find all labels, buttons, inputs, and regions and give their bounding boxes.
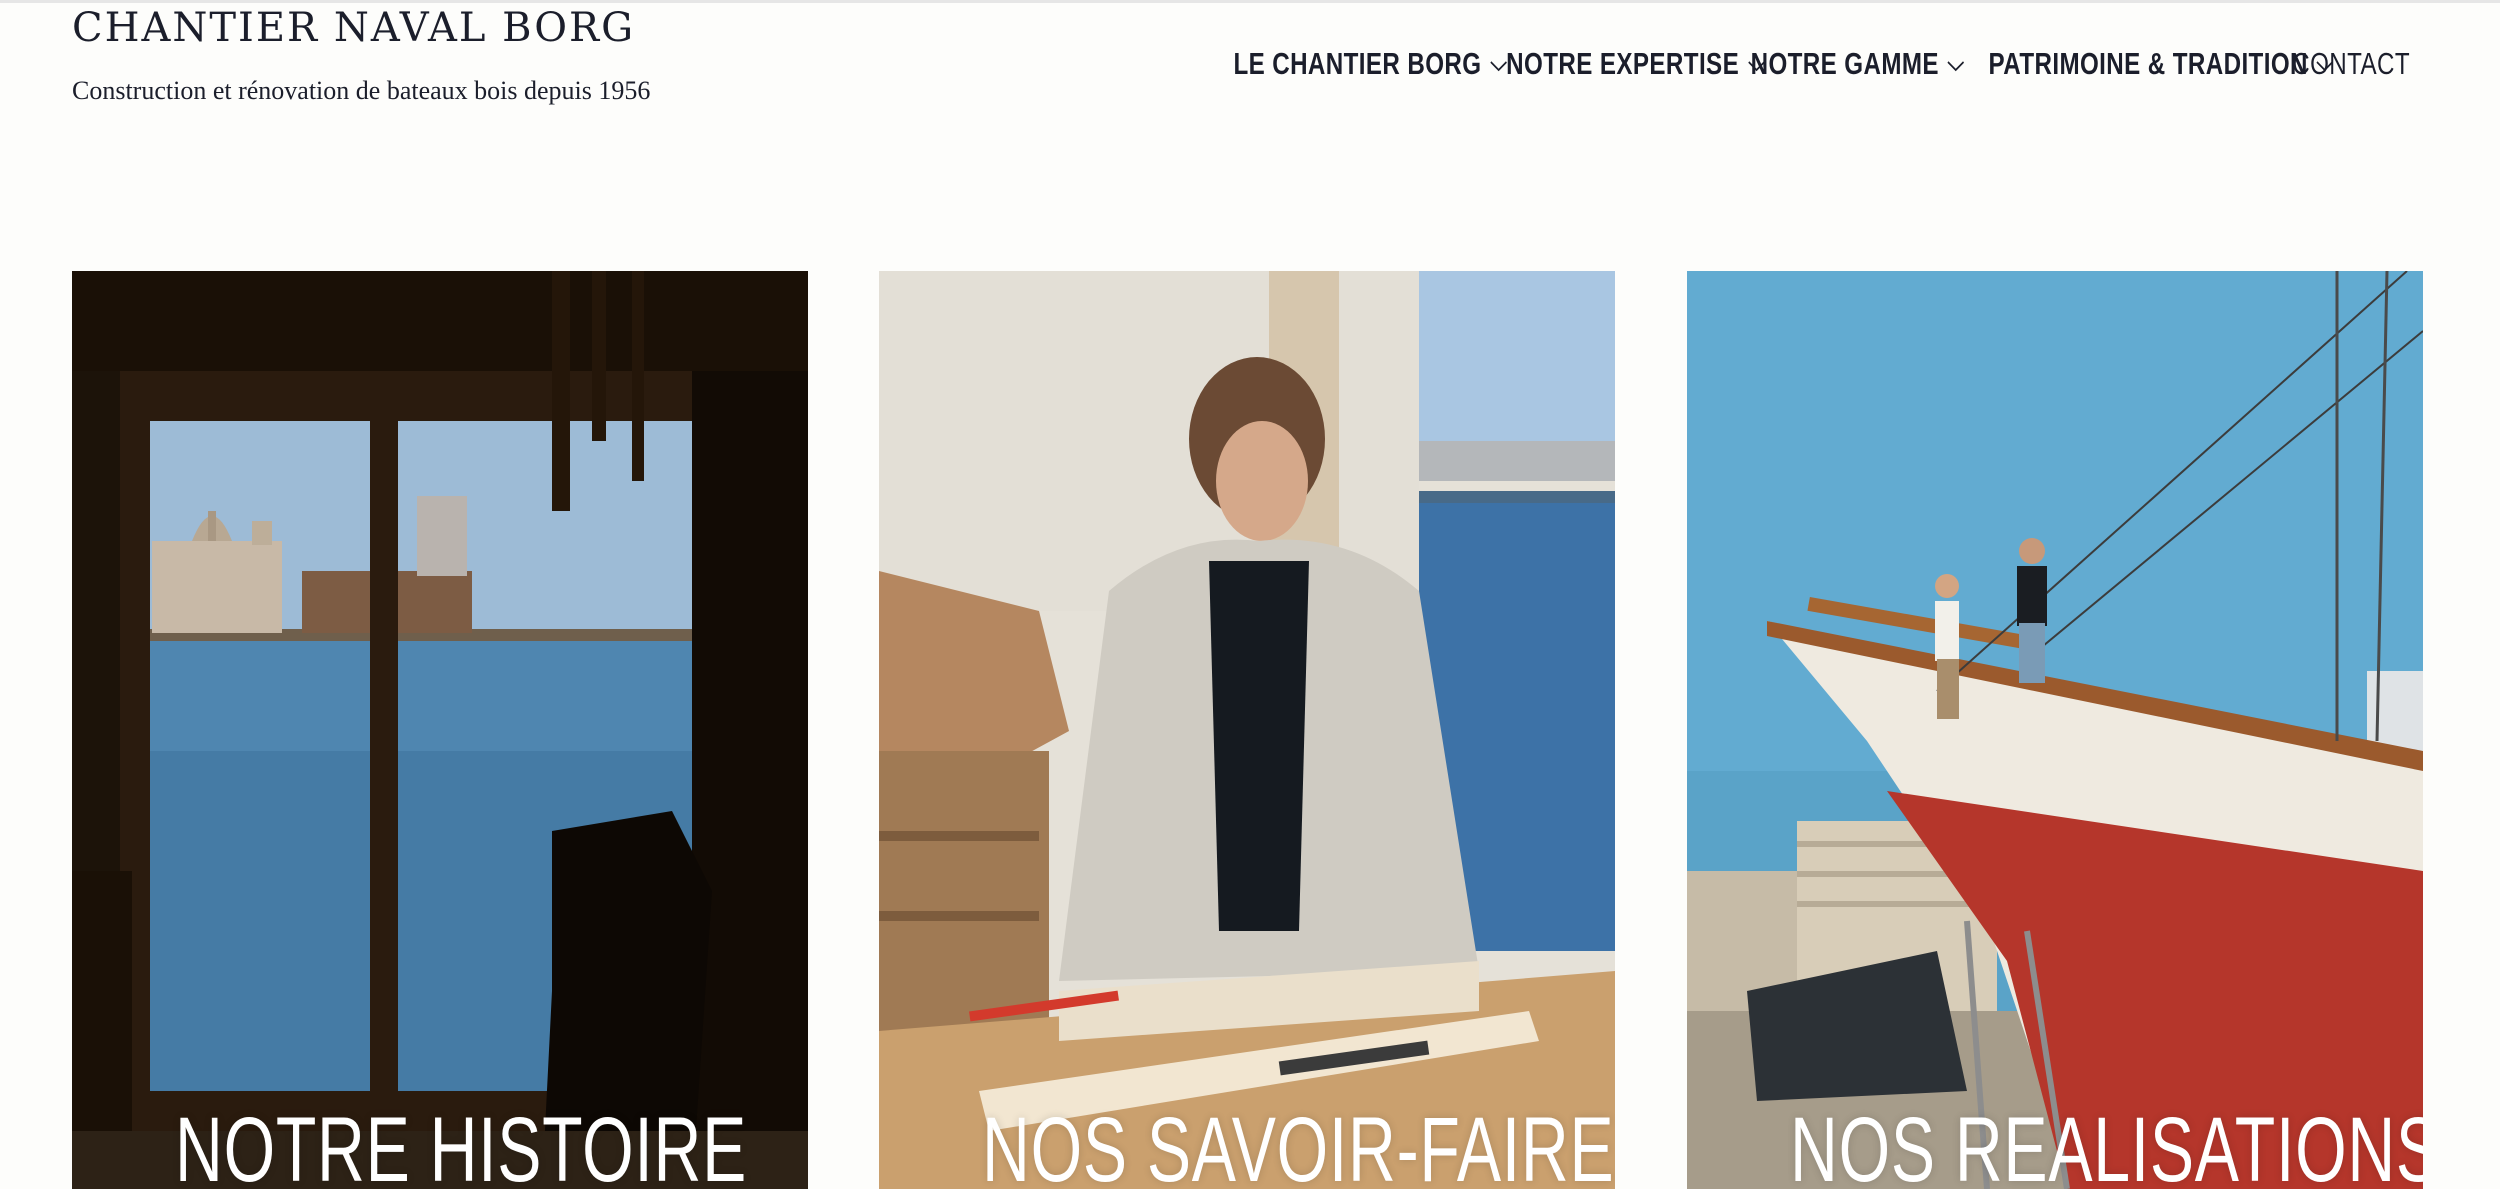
nav-item-patrimoine-tradition[interactable]: PATRIMOINE & TRADITION bbox=[1988, 46, 2334, 82]
nav-item-notre-gamme[interactable]: NOTRE GAMME bbox=[1751, 46, 1966, 82]
nav-item-label: NOTRE GAMME bbox=[1750, 46, 1940, 81]
card-notre-histoire[interactable]: NOTRE HISTOIRE bbox=[72, 271, 808, 1189]
card-title: NOS SAVOIR-FAIRE bbox=[982, 1099, 1615, 1189]
nav-item-contact[interactable]: CONTACT bbox=[2292, 46, 2410, 82]
card-nos-savoir-faire[interactable]: NOS SAVOIR-FAIRE bbox=[879, 271, 1615, 1189]
chevron-down-icon bbox=[1947, 59, 1966, 73]
nav-item-label: PATRIMOINE & TRADITION bbox=[1988, 46, 2308, 81]
main-nav: LE CHANTIER BORG NOTRE EXPERTISE NOTRE G… bbox=[1156, 46, 2410, 82]
workshop-window-harbor-photo bbox=[72, 271, 808, 1189]
brand-link[interactable]: CHANTIER NAVAL BORG Construction et réno… bbox=[72, 0, 650, 106]
nav-item-label: CONTACT bbox=[2292, 46, 2410, 81]
craftsman-planing-wood-photo bbox=[879, 271, 1615, 1189]
nav-item-label: NOTRE EXPERTISE bbox=[1505, 46, 1739, 81]
sailboat-on-drydock-photo bbox=[1687, 271, 2423, 1189]
nav-item-label: LE CHANTIER BORG bbox=[1232, 46, 1482, 81]
chevron-down-icon bbox=[1489, 59, 1508, 73]
card-nos-realisations[interactable]: NOS REALISATIONS bbox=[1687, 271, 2423, 1189]
nav-item-le-chantier-borg[interactable]: LE CHANTIER BORG bbox=[1233, 46, 1508, 82]
site-title: CHANTIER NAVAL BORG bbox=[72, 5, 636, 51]
card-title: NOS REALISATIONS bbox=[1790, 1099, 2423, 1189]
card-title: NOTRE HISTOIRE bbox=[175, 1099, 748, 1189]
site-tagline: Construction et rénovation de bateaux bo… bbox=[72, 76, 651, 105]
nav-item-notre-expertise[interactable]: NOTRE EXPERTISE bbox=[1506, 46, 1765, 82]
